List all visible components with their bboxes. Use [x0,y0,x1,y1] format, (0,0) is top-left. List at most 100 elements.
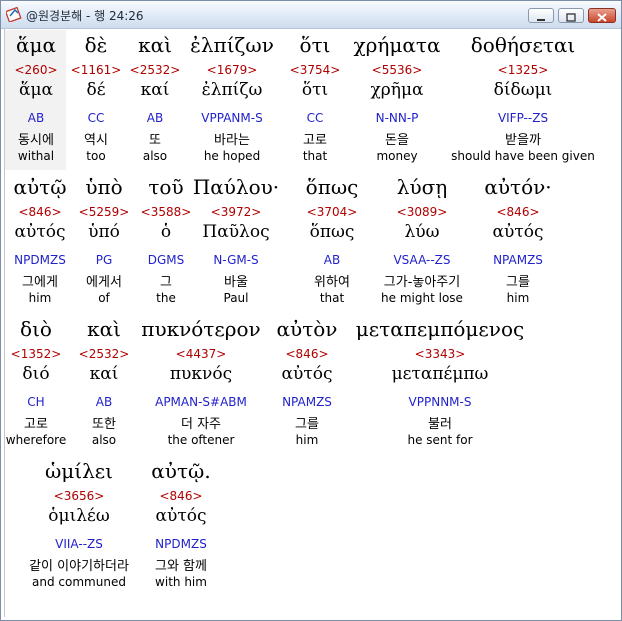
strong-number[interactable]: <846> [285,347,328,361]
strong-number[interactable]: <3656> [54,489,105,503]
greek-word[interactable]: δοθήσεται [471,33,576,57]
english-gloss: withal [17,149,55,163]
strong-number[interactable]: <2532> [79,347,130,361]
parsing-code: AB [95,395,113,409]
strong-number[interactable]: <846> [496,205,539,219]
lemma: μεταπέμπω [391,364,489,384]
parsing-code: N-NN-P [375,111,419,125]
strong-number[interactable]: <3588> [141,205,192,219]
greek-word[interactable]: Παύλου· [193,175,279,199]
korean-gloss: 그 [160,275,172,290]
greek-word[interactable]: αὐτῷ [13,175,66,199]
english-gloss: him [295,433,319,447]
lemma: ἐλπίζω [201,80,263,100]
greek-word[interactable]: αὐτῷ. [151,459,210,483]
korean-gloss: 같이 이야기하더라 [29,559,129,574]
title-bar[interactable]: @원경분해 - 행 24:26 [1,1,621,29]
greek-word[interactable]: μεταπεμπόμενος [356,317,524,341]
greek-word[interactable]: ἅμα [16,33,56,57]
greek-word[interactable]: ἐλπίζων [190,33,274,57]
english-gloss: Paul [223,291,249,305]
korean-gloss: 에게서 [86,275,122,290]
strong-number[interactable]: <5259> [79,205,130,219]
minimize-button[interactable] [528,8,554,23]
strong-number[interactable]: <3754> [290,63,341,77]
english-gloss: him [28,291,52,305]
parsing-code: NPDMZS [155,537,207,551]
strong-number[interactable]: <4437> [176,347,227,361]
bible-app-icon[interactable] [4,6,22,23]
lemma: χρῆμα [370,80,424,100]
english-gloss: should have been given [451,149,595,163]
parsing-code: VPPNNM-S [408,395,472,409]
english-gloss: the [156,291,176,305]
parsing-code: AB [146,111,164,125]
greek-word[interactable]: ὅτι [300,33,331,57]
parsing-code: NPAMZS [493,253,543,267]
english-gloss: that [302,149,328,163]
strong-number[interactable]: <1352> [11,347,62,361]
korean-gloss: 받을까 [505,133,541,148]
strong-number[interactable]: <2532> [130,63,181,77]
app-window: @원경분해 - 행 24:26 ἅμα <260> ἅμα AB 동시에 withal δὲ… [0,0,622,621]
english-gloss: also [142,149,168,163]
english-gloss: of [98,291,110,305]
parsing-code: N-GM-S [213,253,259,267]
korean-gloss: 그를 [506,275,530,290]
parsing-code: VSAA--ZS [393,253,451,267]
english-gloss: he might lose [381,291,463,305]
english-gloss: and communed [32,575,126,589]
strong-number[interactable]: <1325> [498,63,549,77]
lemma: δίδωμι [493,80,553,100]
strong-number[interactable]: <846> [18,205,61,219]
parsing-code: NPAMZS [282,395,332,409]
strong-number[interactable]: <3089> [397,205,448,219]
korean-gloss: 동시에 [18,133,54,148]
greek-word[interactable]: λύσῃ [397,175,447,199]
close-button[interactable] [588,8,616,23]
greek-word[interactable]: πυκνότερον [141,317,260,341]
lemma: ὁμιλέω [48,506,110,526]
strong-number[interactable]: <3704> [307,205,358,219]
parsing-code: NPDMZS [14,253,66,267]
strong-number[interactable]: <1161> [71,63,122,77]
english-gloss: he sent for [407,433,473,447]
lemma: λύω [404,222,440,242]
korean-gloss: 불러 [428,417,452,432]
english-gloss: with him [155,575,207,589]
greek-word[interactable]: ὑπὸ [85,175,122,199]
greek-word[interactable]: καὶ [138,33,172,57]
parsing-code: AB [27,111,45,125]
strong-number[interactable]: <3972> [211,205,262,219]
strong-number[interactable]: <5536> [372,63,423,77]
english-gloss: the oftener [167,433,235,447]
greek-word[interactable]: ὅπως [306,175,359,199]
english-gloss: wherefore [5,433,67,447]
korean-gloss: 그와 함께 [155,559,207,574]
greek-word[interactable]: χρήματα [354,33,441,57]
korean-gloss: 그에게 [22,275,58,290]
strong-number[interactable]: <1679> [207,63,258,77]
strong-number[interactable]: <846> [159,489,202,503]
parsing-code: DGMS [147,253,185,267]
maximize-button[interactable] [558,8,584,23]
parsing-code: CC [87,111,105,125]
parsing-code: CH [27,395,45,409]
parsing-code: APMAN-S#ABM [155,395,247,409]
strong-number[interactable]: <3343> [415,347,466,361]
greek-word[interactable]: αὐτόν· [484,175,551,199]
window-title: @원경분해 - 행 24:26 [26,9,144,23]
parsing-code: CC [306,111,324,125]
greek-word[interactable]: αὐτὸν [277,317,338,341]
greek-word[interactable]: τοῦ [148,175,183,199]
greek-word[interactable]: διὸ [20,317,52,341]
greek-word[interactable]: ὡμίλει [45,459,113,483]
strong-number[interactable]: <260> [14,63,57,77]
korean-gloss: 그를 [295,417,319,432]
korean-gloss: 역시 [84,133,108,148]
korean-gloss: 바라는 [214,133,250,148]
korean-gloss: 그가-놓아주기 [383,275,461,290]
greek-word[interactable]: καὶ [87,317,121,341]
greek-word[interactable]: δὲ [85,33,108,57]
lemma: ὑπό [88,222,120,242]
